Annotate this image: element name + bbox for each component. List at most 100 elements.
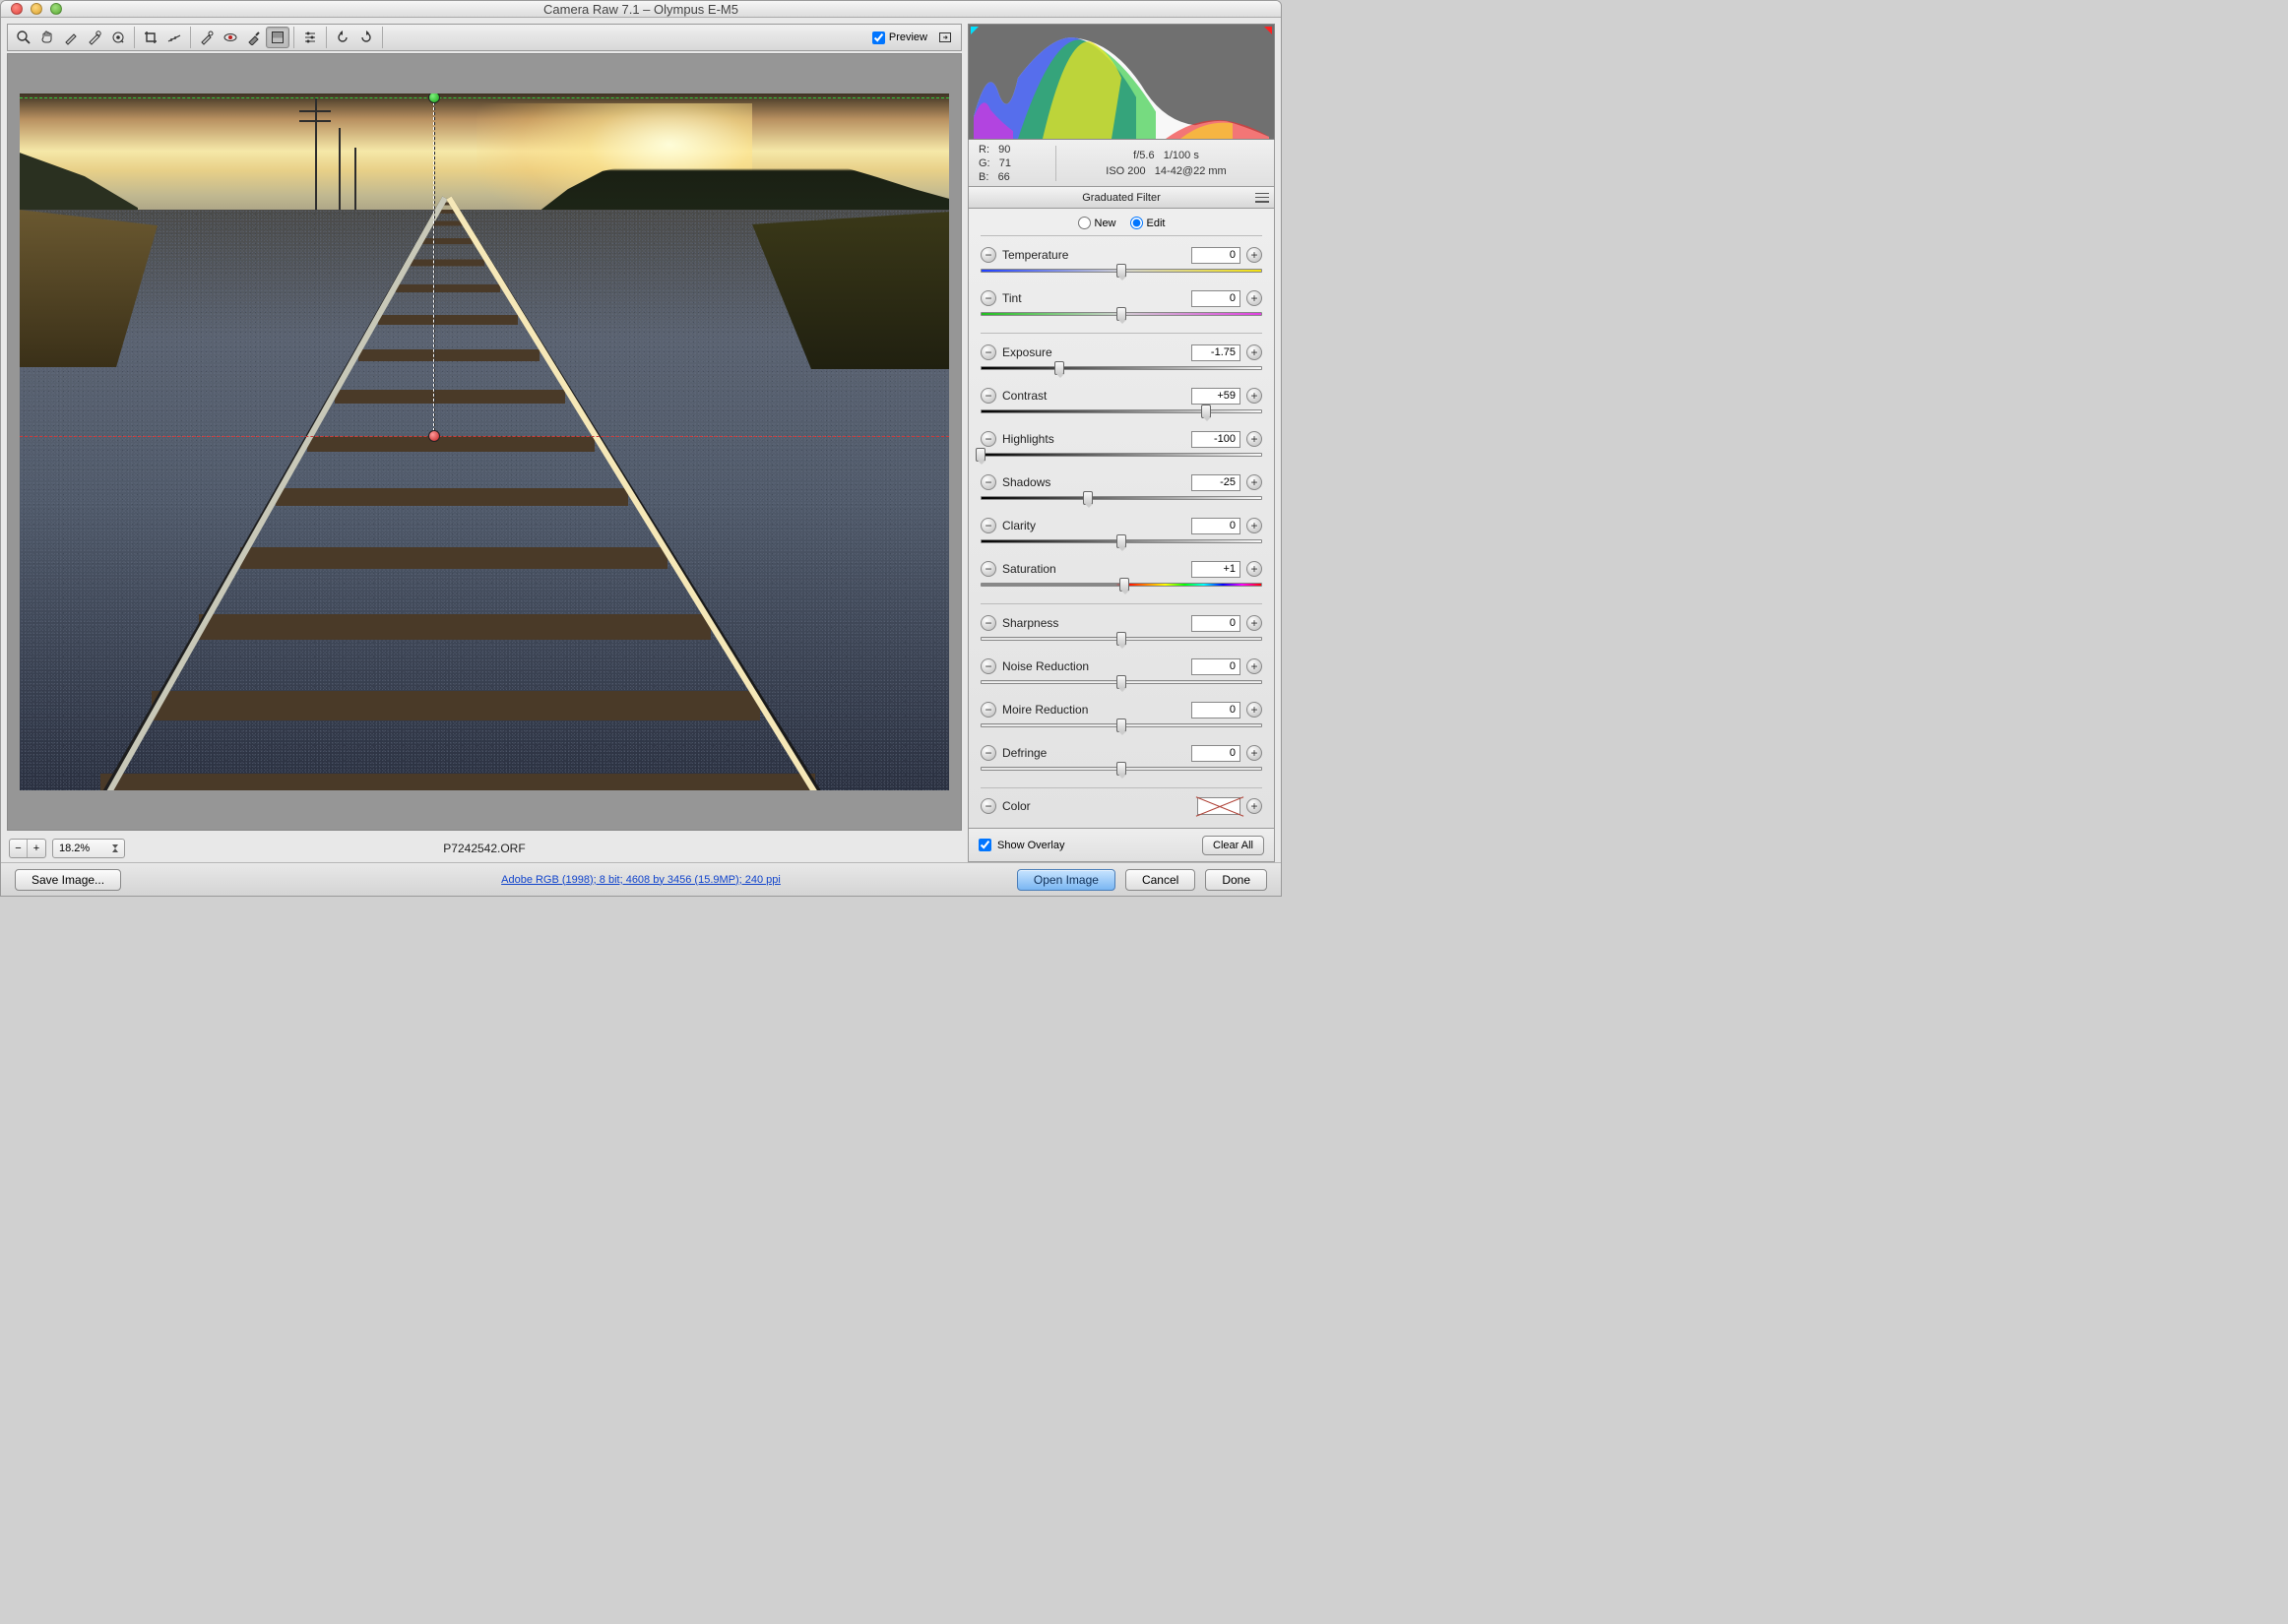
preview-checkbox[interactable]: Preview <box>872 31 927 44</box>
sharpness-label: Sharpness <box>996 616 1191 630</box>
tint-value-input[interactable] <box>1191 290 1240 307</box>
rotate-ccw-button[interactable] <box>331 27 354 48</box>
image-canvas[interactable] <box>20 94 949 790</box>
contrast-plus-button[interactable] <box>1246 388 1262 404</box>
highlights-slider[interactable] <box>981 450 1262 460</box>
exposure-label: Exposure <box>996 345 1191 359</box>
highlights-label: Highlights <box>996 432 1191 446</box>
saturation-plus-button[interactable] <box>1246 561 1262 577</box>
clarity-slider[interactable] <box>981 536 1262 546</box>
highlights-value-input[interactable] <box>1191 431 1240 448</box>
temperature-slider[interactable] <box>981 266 1262 276</box>
defringe-plus-button[interactable] <box>1246 745 1262 761</box>
contrast-value-input[interactable] <box>1191 388 1240 405</box>
rotate-cw-button[interactable] <box>354 27 378 48</box>
temperature-value-input[interactable] <box>1191 247 1240 264</box>
noise-plus-button[interactable] <box>1246 658 1262 674</box>
exposure-value-input[interactable] <box>1191 344 1240 361</box>
tint-plus-button[interactable] <box>1246 290 1262 306</box>
tint-slider[interactable] <box>981 309 1262 319</box>
grad-filter-axis[interactable] <box>433 97 434 436</box>
mode-new-radio[interactable]: New <box>1078 217 1116 229</box>
saturation-minus-button[interactable] <box>981 561 996 577</box>
color-sampler-tool[interactable] <box>83 27 106 48</box>
targeted-adjustment-tool[interactable] <box>106 27 130 48</box>
moire-value-input[interactable] <box>1191 702 1240 718</box>
exposure-plus-button[interactable] <box>1246 344 1262 360</box>
highlights-plus-button[interactable] <box>1246 431 1262 447</box>
adjustment-brush-tool[interactable] <box>242 27 266 48</box>
preview-checkbox-input[interactable] <box>872 31 885 44</box>
shadows-slider[interactable] <box>981 493 1262 503</box>
panel-title: Graduated Filter <box>968 187 1275 209</box>
shadows-value-input[interactable] <box>1191 474 1240 491</box>
rgb-readout: R: 90 G: 71 B: 66 <box>979 143 1044 184</box>
highlight-clipping-indicator[interactable] <box>1264 27 1272 34</box>
spot-removal-tool[interactable] <box>195 27 219 48</box>
crop-tool[interactable] <box>139 27 162 48</box>
image-preview-area[interactable] <box>7 53 962 831</box>
white-balance-tool[interactable] <box>59 27 83 48</box>
highlights-minus-button[interactable] <box>981 431 996 447</box>
clarity-minus-button[interactable] <box>981 518 996 533</box>
contrast-slider[interactable] <box>981 406 1262 416</box>
sharpness-minus-button[interactable] <box>981 615 996 631</box>
color-label: Color <box>996 799 1197 813</box>
defringe-value-input[interactable] <box>1191 745 1240 762</box>
shadows-plus-button[interactable] <box>1246 474 1262 490</box>
titlebar: Camera Raw 7.1 – Olympus E-M5 <box>1 1 1281 18</box>
color-plus-button[interactable] <box>1246 798 1262 814</box>
histogram[interactable] <box>968 24 1275 140</box>
exposure-minus-button[interactable] <box>981 344 996 360</box>
preferences-button[interactable] <box>298 27 322 48</box>
clarity-value-input[interactable] <box>1191 518 1240 534</box>
moire-slider[interactable] <box>981 720 1262 730</box>
image-metadata: R: 90 G: 71 B: 66 f/5.6 1/100 s ISO 200 … <box>968 140 1275 187</box>
noise-minus-button[interactable] <box>981 658 996 674</box>
defringe-minus-button[interactable] <box>981 745 996 761</box>
camera-raw-window: Camera Raw 7.1 – Olympus E-M5 <box>0 0 1282 897</box>
temperature-minus-button[interactable] <box>981 247 996 263</box>
clear-all-button[interactable]: Clear All <box>1202 836 1264 855</box>
contrast-minus-button[interactable] <box>981 388 996 404</box>
noise-value-input[interactable] <box>1191 658 1240 675</box>
saturation-value-input[interactable] <box>1191 561 1240 578</box>
straighten-tool[interactable] <box>162 27 186 48</box>
filename-label: P7242542.ORF <box>7 842 962 855</box>
clarity-label: Clarity <box>996 519 1191 532</box>
sharpness-slider[interactable] <box>981 634 1262 644</box>
sharpness-value-input[interactable] <box>1191 615 1240 632</box>
exposure-slider[interactable] <box>981 363 1262 373</box>
clarity-plus-button[interactable] <box>1246 518 1262 533</box>
red-eye-tool[interactable] <box>219 27 242 48</box>
panel-menu-button[interactable] <box>1255 192 1269 204</box>
saturation-label: Saturation <box>996 562 1191 576</box>
workflow-options-link[interactable]: Adobe RGB (1998); 8 bit; 4608 by 3456 (1… <box>501 874 781 886</box>
shadow-clipping-indicator[interactable] <box>971 27 979 34</box>
saturation-slider[interactable] <box>981 580 1262 590</box>
mode-edit-radio[interactable]: Edit <box>1130 217 1166 229</box>
show-overlay-label: Show Overlay <box>997 840 1064 851</box>
preview-label: Preview <box>889 31 927 43</box>
color-swatch[interactable] <box>1197 797 1240 815</box>
window-title: Camera Raw 7.1 – Olympus E-M5 <box>1 2 1281 17</box>
graduated-filter-tool[interactable] <box>266 27 289 48</box>
grad-filter-end-line[interactable] <box>20 436 949 437</box>
shadows-minus-button[interactable] <box>981 474 996 490</box>
show-overlay-checkbox[interactable] <box>979 839 991 851</box>
defringe-slider[interactable] <box>981 764 1262 774</box>
toggle-fullscreen-button[interactable] <box>933 27 957 48</box>
sharpness-plus-button[interactable] <box>1246 615 1262 631</box>
shadows-label: Shadows <box>996 475 1191 489</box>
grad-filter-start-line[interactable] <box>20 97 949 98</box>
hand-tool[interactable] <box>35 27 59 48</box>
temperature-plus-button[interactable] <box>1246 247 1262 263</box>
noise-slider[interactable] <box>981 677 1262 687</box>
tint-label: Tint <box>996 291 1191 305</box>
moire-minus-button[interactable] <box>981 702 996 718</box>
moire-plus-button[interactable] <box>1246 702 1262 718</box>
zoom-tool[interactable] <box>12 27 35 48</box>
tint-minus-button[interactable] <box>981 290 996 306</box>
grad-filter-end-handle[interactable] <box>428 430 440 442</box>
color-minus-button[interactable] <box>981 798 996 814</box>
